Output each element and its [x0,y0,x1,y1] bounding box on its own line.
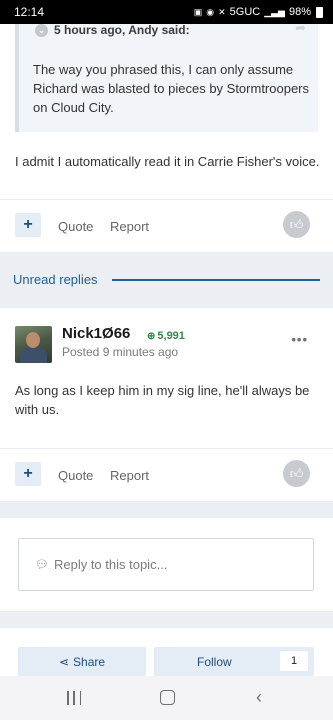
multiquote-button[interactable]: + [15,462,41,486]
status-time: 12:14 [14,5,45,19]
post-body: As long as I keep him in my sig line, he… [15,383,310,417]
battery-icon [316,6,323,18]
report-button[interactable]: Report [110,468,149,483]
reply-section: 💬︎ Reply to this topic... [0,518,333,611]
thumbs-up-icon[interactable]: 👍︎ [283,211,310,238]
plus-circle-icon: ⊕ [147,330,156,342]
avatar-face [26,332,40,348]
navigation-bar: ‹ [0,676,333,720]
speech-bubble-icon: 💬︎ [35,559,49,571]
quote-header[interactable]: ⌄ 5 hours ago, Andy said: [35,23,190,37]
network-label: 5GUC [229,6,261,18]
follow-label: Follow [197,655,232,669]
quote-button[interactable]: Quote [58,468,93,483]
recent-apps-icon[interactable] [67,691,81,705]
chevron-down-icon[interactable]: ⌄ [35,23,48,37]
back-icon[interactable]: ‹ [256,687,262,707]
topic-actions: ⋖ Share Follow 1 [0,628,333,676]
report-button[interactable]: Report [110,219,149,234]
post-actions: + Quote Report 👍︎ [0,448,333,500]
reputation-count: 5,991 [157,330,185,342]
reply-input[interactable]: 💬︎ Reply to this topic... [18,538,314,591]
divider-line [112,279,320,281]
post-card: Nick1Ø66 ⊕ 5,991 Posted 9 minutes ago ••… [0,308,333,501]
more-options-icon[interactable]: ••• [291,332,308,347]
home-icon[interactable] [160,690,175,705]
multiquote-button[interactable]: + [15,213,41,237]
follower-count: 1 [280,651,308,671]
unread-replies-label: Unread replies [13,272,98,287]
reply-placeholder: Reply to this topic... [53,557,168,572]
quote-button[interactable]: Quote [58,219,93,234]
post-body: I admit I automatically read it in Carri… [15,154,320,169]
reputation-badge: ⊕ 5,991 [147,330,185,342]
share-button[interactable]: ⋖ Share [18,647,146,676]
notification-icon: ▣ [193,6,203,17]
status-bar: 12:14 ▣ ◉ ✕ 5GUC ▁▃▅ 98% [0,0,333,24]
share-nodes-icon: ⋖ [58,654,70,669]
status-icons: ▣ ◉ ✕ 5GUC ▁▃▅ 98% [194,6,323,18]
username[interactable]: Nick1Ø66 [62,325,130,342]
avatar-shirt [20,348,47,363]
share-arrow-icon[interactable]: ➦ [295,20,306,36]
avatar[interactable] [15,326,52,363]
post-actions: + Quote Report 👍︎ [0,199,333,251]
unread-replies-divider: Unread replies [0,259,333,301]
follow-button[interactable]: Follow 1 [154,647,314,676]
quote-text: The way you phrased this, I can only ass… [33,62,310,115]
quote-block: ⌄ 5 hours ago, Andy said: ➦ The way you … [15,20,318,132]
post-card: ⌄ 5 hours ago, Andy said: ➦ The way you … [0,20,333,252]
alarm-icon: ◉ [206,6,215,17]
share-label: Share [73,654,106,669]
post-timestamp[interactable]: Posted 9 minutes ago [62,345,178,359]
mute-icon: ✕ [218,6,226,17]
signal-icon: ▁▃▅ [264,6,285,17]
thumbs-up-icon[interactable]: 👍︎ [283,460,310,487]
battery-label: 98% [288,6,311,18]
quote-citation: 5 hours ago, Andy said: [54,23,190,37]
